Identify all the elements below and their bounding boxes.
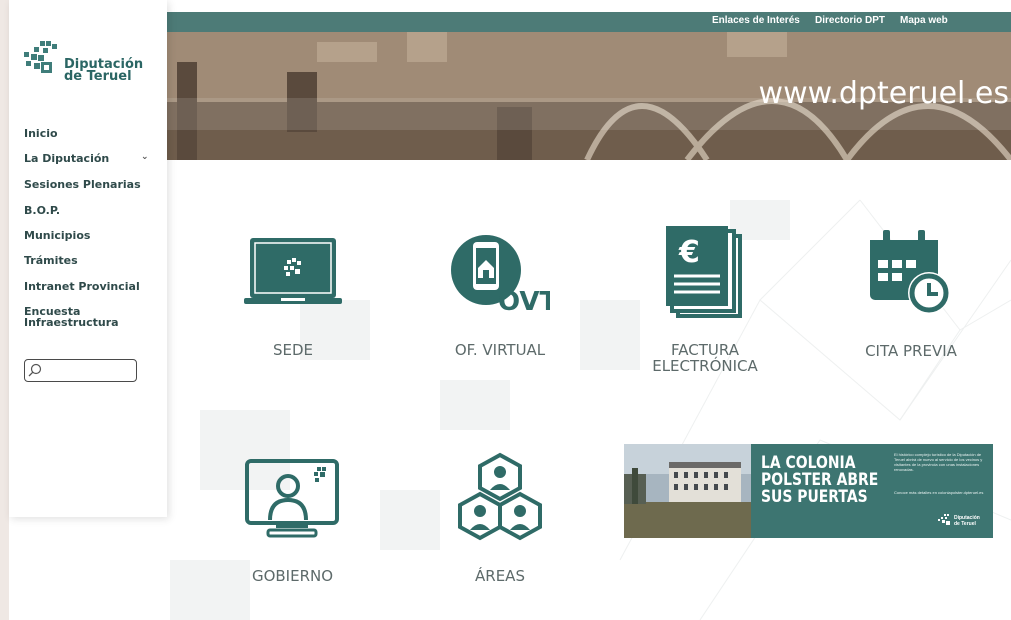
banner-headline: LA COLONIA POLSTER ABRE SUS PUERTAS — [761, 455, 878, 506]
laptop-icon — [244, 238, 342, 304]
hero-url-text: www.dpteruel.es — [758, 76, 1009, 111]
tile-areas[interactable]: ÁREAS — [445, 450, 555, 590]
nav-item-sesiones-plenarias[interactable]: Sesiones Plenarias — [24, 179, 159, 190]
nav-item-label: Municipios — [24, 229, 91, 242]
nav-item-la-diputacion[interactable]: La Diputación ⌄ — [24, 152, 159, 165]
search-input[interactable] — [24, 359, 137, 382]
monitor-person-icon — [245, 459, 339, 538]
ovt-badge-text: OVT — [498, 287, 550, 314]
nav-item-label-line2: Infraestructura — [24, 316, 119, 329]
banner-details: Conoce más detalles en coloniapolster.dp… — [894, 490, 984, 495]
tile-cita-previa-label: CITA PREVIA — [865, 342, 957, 360]
nav-item-label: Inicio — [24, 127, 58, 140]
tile-areas-label: ÁREAS — [475, 567, 525, 585]
nav-item-encuesta-infraestructura[interactable]: Encuesta Infraestructura — [24, 306, 159, 328]
people-hexagon-icon — [458, 452, 542, 541]
sidebar: Diputación de Teruel Inicio La Diputació… — [9, 0, 167, 517]
nav-item-label: Intranet Provincial — [24, 280, 140, 293]
promo-banner-colonia-polster[interactable]: LA COLONIA POLSTER ABRE SUS PUERTAS El h… — [624, 444, 993, 538]
nav-item-intranet-provincial[interactable]: Intranet Provincial — [24, 281, 159, 292]
phone-ovt-icon: OVT — [451, 235, 550, 314]
nav-item-municipios[interactable]: Municipios — [24, 230, 159, 241]
calendar-clock-icon — [870, 230, 950, 314]
site-logo[interactable]: Diputación de Teruel — [24, 38, 154, 88]
euro-symbol: € — [678, 235, 700, 270]
hero-banner: www.dpteruel.es — [167, 32, 1011, 160]
chevron-down-icon[interactable]: ⌄ — [141, 152, 149, 163]
tile-sede-label: SEDE — [272, 341, 314, 359]
top-bar: Enlaces de Interés Directorio DPT Mapa w… — [167, 12, 1011, 32]
banner-logo-line2: de Teruel — [954, 521, 976, 527]
logo-icon — [24, 41, 57, 73]
banner-photo — [624, 444, 751, 538]
logo-text-line2: de Teruel — [64, 69, 132, 84]
link-enlaces-de-interes[interactable]: Enlaces de Interés — [712, 15, 800, 26]
tile-cita-previa[interactable]: CITA PREVIA — [845, 226, 975, 376]
banner-logo: Diputación de Teruel — [938, 512, 988, 528]
tile-gobierno-label: GOBIERNO — [251, 567, 334, 585]
tile-of-virtual-label: OF. VIRTUAL — [454, 341, 546, 359]
logo-icon — [938, 514, 950, 525]
nav-item-label: B.O.P. — [24, 204, 61, 217]
search-icon[interactable] — [28, 363, 42, 377]
nav-item-label: Trámites — [24, 254, 78, 267]
nav-item-tramites[interactable]: Trámites — [24, 255, 159, 266]
nav-item-bop[interactable]: B.O.P. — [24, 205, 159, 216]
link-directorio-dpt[interactable]: Directorio DPT — [815, 15, 885, 26]
tile-gobierno[interactable]: GOBIERNO — [235, 456, 350, 591]
banner-description: El histórico complejo turístico de la Di… — [894, 452, 983, 472]
nav-item-label: Sesiones Plenarias — [24, 178, 141, 191]
tile-of-virtual[interactable]: OVT OF. VIRTUAL — [440, 228, 560, 373]
tile-factura-electronica[interactable]: € FACTURA ELECTRÓNICA — [640, 222, 770, 382]
nav-item-inicio[interactable]: Inicio — [24, 128, 159, 139]
tile-sede[interactable]: SEDE — [240, 232, 350, 372]
invoice-euro-icon: € — [666, 226, 742, 318]
nav-item-label: La Diputación — [24, 152, 110, 165]
link-mapa-web[interactable]: Mapa web — [900, 15, 948, 26]
tile-factura-label-line2: ELECTRÓNICA — [652, 357, 758, 375]
tile-factura-label-line1: FACTURA — [671, 341, 739, 359]
banner-headline-line3: SUS PUERTAS — [761, 487, 868, 507]
